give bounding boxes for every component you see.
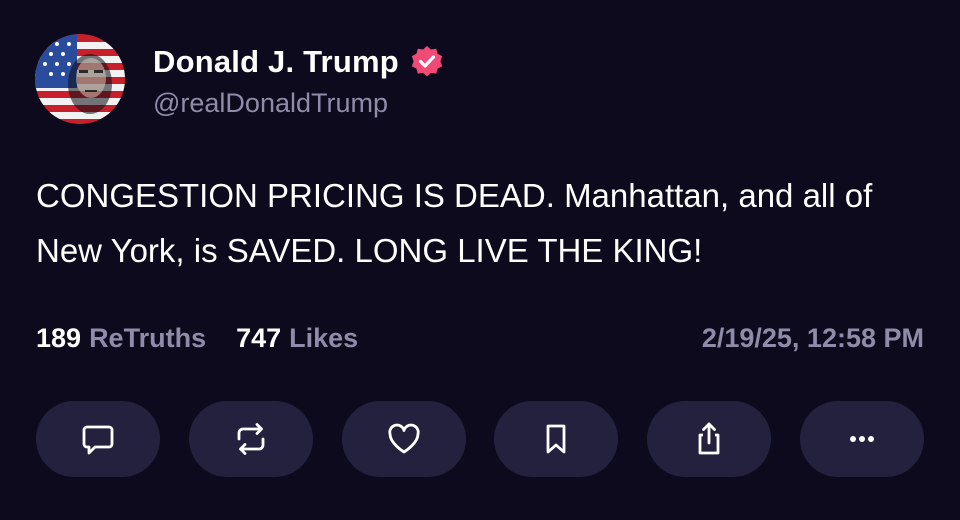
retruths-label: ReTruths: [89, 322, 207, 353]
more-icon: [849, 436, 874, 442]
reply-button[interactable]: [36, 401, 160, 477]
likes-stat[interactable]: 747 Likes: [236, 323, 358, 354]
post-timestamp: 2/19/25, 12:58 PM: [701, 322, 924, 353]
likes-count: 747: [236, 322, 282, 353]
retruths-count: 189: [36, 322, 82, 353]
retruth-button[interactable]: [188, 401, 313, 477]
likes-label: Likes: [289, 322, 359, 353]
post-stats: 189 ReTruths 747 Likes 2/19/25, 12:58 PM: [36, 318, 924, 358]
flag-portrait-avatar-icon: [35, 34, 125, 124]
like-button[interactable]: [341, 401, 466, 477]
author-handle[interactable]: @realDonaldTrump: [153, 88, 388, 119]
more-button[interactable]: [799, 401, 924, 477]
action-bar: [36, 401, 924, 477]
post-card: Donald J. Trump @realDonaldTrump CONGEST…: [0, 0, 960, 520]
bookmark-button[interactable]: [494, 401, 619, 477]
share-icon: [698, 422, 720, 455]
bookmark-icon: [546, 424, 566, 454]
share-button[interactable]: [647, 401, 772, 477]
author-display-name[interactable]: Donald J. Trump: [153, 44, 399, 80]
avatar[interactable]: [35, 34, 125, 124]
comment-icon: [82, 425, 114, 455]
verified-badge-icon: [409, 44, 445, 80]
repost-icon: [237, 423, 265, 455]
author-name-row: Donald J. Trump: [153, 40, 445, 84]
post-text: CONGESTION PRICING IS DEAD. Manhattan, a…: [36, 177, 873, 269]
heart-icon: [387, 423, 420, 454]
retruths-stat[interactable]: 189 ReTruths: [36, 323, 206, 354]
